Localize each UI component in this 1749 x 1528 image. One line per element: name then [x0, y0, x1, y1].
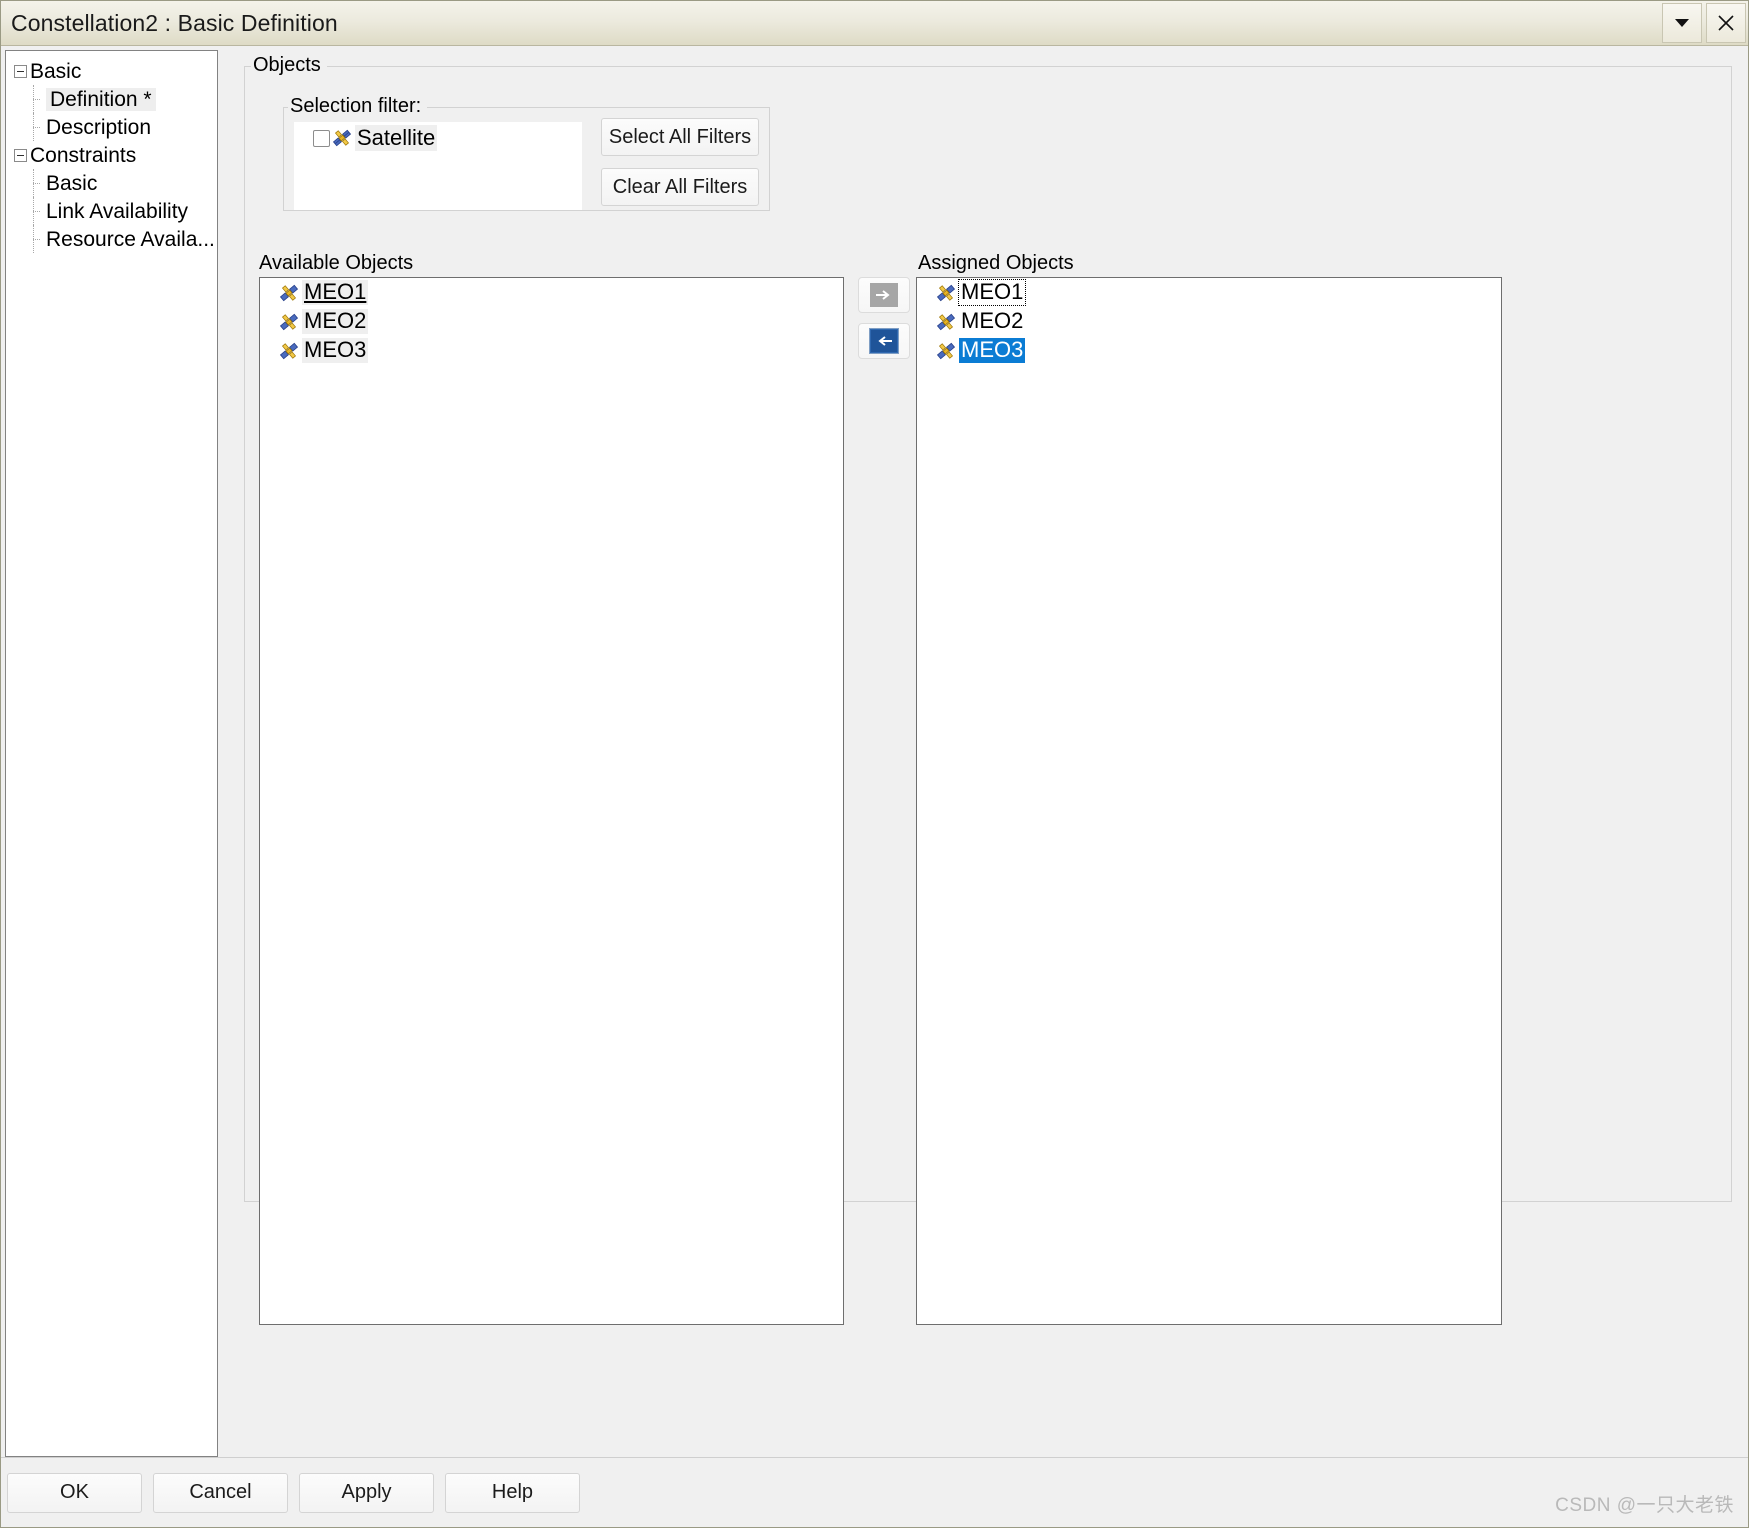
list-item-label: MEO3	[959, 337, 1026, 363]
filter-item-satellite[interactable]: Satellite	[295, 123, 581, 153]
arrow-left-icon	[869, 328, 899, 354]
satellite-icon	[935, 311, 957, 333]
tree-connector-icon	[28, 225, 42, 253]
tree-node-link-availability[interactable]: Link Availability	[6, 197, 217, 225]
satellite-icon	[278, 340, 300, 362]
tree-label: Constraints	[30, 143, 137, 167]
chevron-down-icon-button[interactable]	[1662, 3, 1702, 43]
tree-label: Resource Availa...	[46, 227, 215, 251]
tree-node-basic-group[interactable]: Basic	[6, 57, 217, 85]
available-objects-list[interactable]: MEO1 MEO2 MEO3	[259, 277, 844, 1325]
title-bar-controls	[1662, 3, 1746, 43]
apply-button[interactable]: Apply	[299, 1472, 434, 1513]
close-button[interactable]	[1706, 3, 1746, 43]
collapse-icon[interactable]	[14, 148, 27, 162]
dialog-body: Basic Definition * Description Constrain…	[1, 46, 1748, 1457]
objects-groupbox: Objects Selection filter: Satellite Sele…	[244, 54, 1732, 1325]
navigation-tree: Basic Definition * Description Constrain…	[5, 50, 217, 1457]
filter-checkbox[interactable]	[313, 129, 330, 147]
list-item-label: MEO1	[957, 279, 1027, 306]
tree-connector-icon	[28, 197, 42, 225]
list-item[interactable]: MEO2	[917, 307, 1501, 336]
tree-node-constraints-group[interactable]: Constraints	[6, 141, 217, 169]
ok-button[interactable]: OK	[7, 1472, 142, 1513]
help-button[interactable]: Help	[445, 1472, 580, 1513]
chevron-down-icon	[1675, 19, 1689, 27]
tree-node-description[interactable]: Description	[6, 113, 217, 141]
tree-connector-icon	[28, 85, 42, 113]
tree-node-constraints-basic[interactable]: Basic	[6, 169, 217, 197]
list-item[interactable]: MEO2	[260, 307, 843, 336]
tree-label: Definition *	[46, 87, 156, 111]
tree-label: Basic	[30, 59, 82, 83]
tree-connector-icon	[28, 113, 42, 141]
unassign-button[interactable]	[858, 323, 910, 359]
satellite-icon	[935, 282, 957, 304]
tree-connector-icon	[28, 169, 42, 197]
select-all-filters-button[interactable]: Select All Filters	[601, 118, 759, 156]
filter-buttons: Select All Filters Clear All Filters	[601, 118, 759, 206]
list-item-label: MEO1	[302, 279, 369, 305]
dialog-window: Constellation2 : Basic Definition Basic	[0, 0, 1749, 1528]
satellite-icon	[935, 340, 957, 362]
collapse-icon[interactable]	[14, 64, 27, 78]
list-item-label: MEO3	[302, 337, 369, 363]
list-item-label: MEO2	[302, 308, 369, 334]
satellite-icon	[278, 311, 300, 333]
list-item[interactable]: MEO1	[260, 278, 843, 307]
selection-filter-groupbox: Selection filter: Satellite Select All F…	[283, 95, 770, 211]
available-objects-heading: Available Objects	[259, 252, 414, 274]
arrow-right-icon	[870, 283, 898, 307]
dialog-footer: OK Cancel Apply Help CSDN @一只大老铁	[1, 1457, 1748, 1527]
title-bar: Constellation2 : Basic Definition	[1, 1, 1748, 46]
tree-label: Link Availability	[46, 199, 189, 223]
list-item[interactable]: MEO1	[917, 278, 1501, 307]
watermark: CSDN @一只大老铁	[1555, 1495, 1734, 1516]
close-icon	[1718, 15, 1734, 31]
transfer-buttons	[858, 277, 910, 359]
list-item[interactable]: MEO3	[260, 336, 843, 365]
filter-item-label: Satellite	[355, 125, 438, 151]
tree-node-definition[interactable]: Definition *	[6, 85, 217, 113]
satellite-icon	[278, 282, 300, 304]
objects-group-legend: Objects	[251, 54, 327, 77]
selection-filter-legend: Selection filter:	[288, 95, 428, 118]
satellite-icon	[331, 127, 353, 149]
tree-node-resource-availability[interactable]: Resource Availa...	[6, 225, 217, 253]
list-item-label: MEO2	[961, 308, 1024, 334]
list-item[interactable]: MEO3	[917, 336, 1501, 365]
assign-button[interactable]	[858, 277, 910, 313]
tree-label: Description	[46, 115, 152, 139]
selection-filter-list[interactable]: Satellite	[294, 122, 582, 210]
window-title: Constellation2 : Basic Definition	[11, 9, 338, 36]
clear-all-filters-button[interactable]: Clear All Filters	[601, 168, 759, 206]
cancel-button[interactable]: Cancel	[153, 1472, 288, 1513]
tree-label: Basic	[46, 171, 98, 195]
assigned-objects-heading: Assigned Objects	[918, 252, 1074, 274]
assigned-objects-list[interactable]: MEO1 MEO2 MEO3	[916, 277, 1502, 1325]
objects-pane: Objects Selection filter: Satellite Sele…	[217, 50, 1744, 1457]
